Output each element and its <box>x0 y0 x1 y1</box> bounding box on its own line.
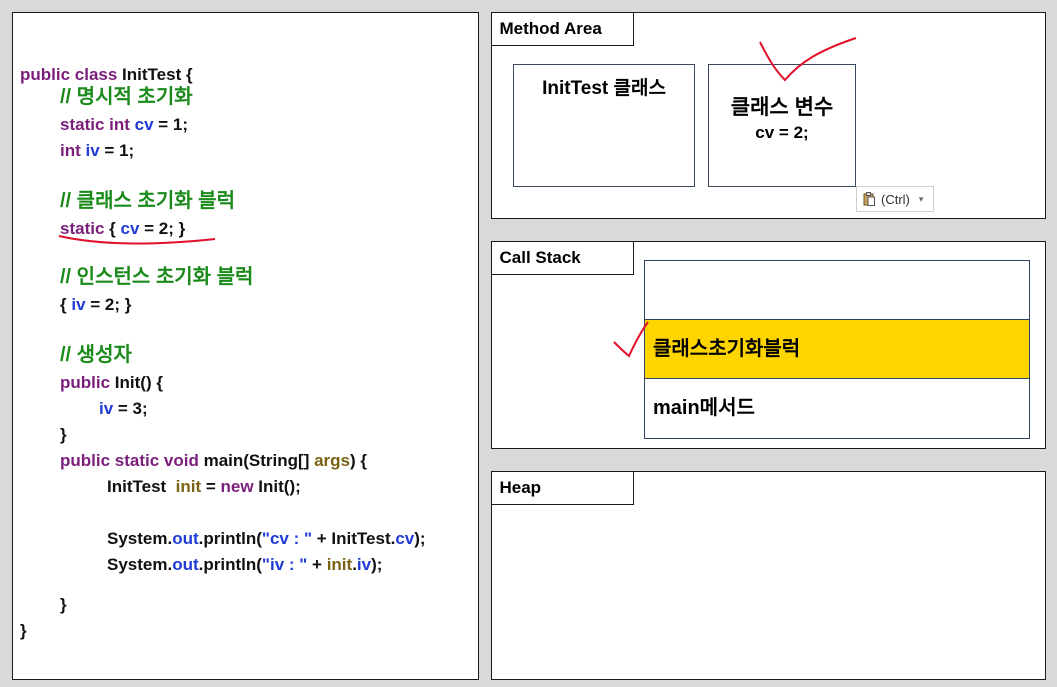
checkmark-annotation-call-stack <box>613 321 649 358</box>
underline-annotation <box>58 235 216 245</box>
checkmark-annotation-method-area <box>759 37 857 82</box>
annotation-layer <box>58 37 857 358</box>
